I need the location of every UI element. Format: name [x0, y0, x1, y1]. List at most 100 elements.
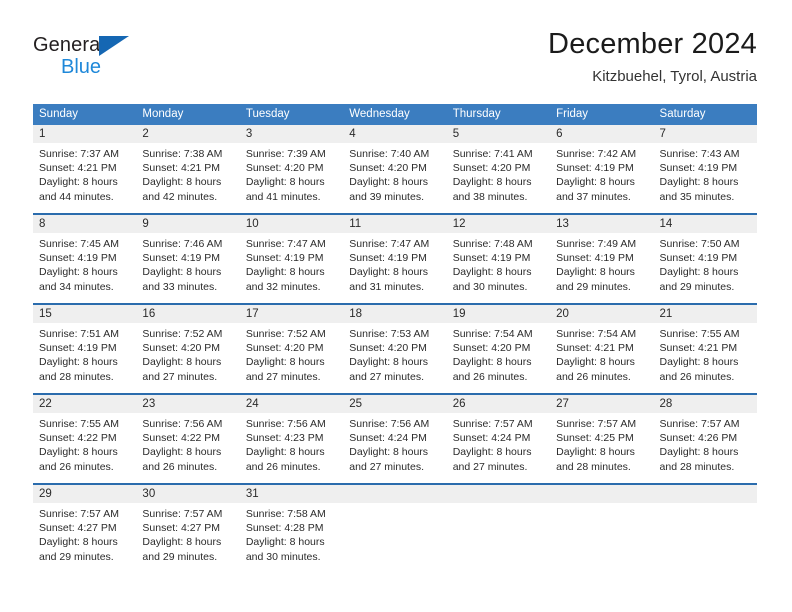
week-details-band: Sunrise: 7:51 AM Sunset: 4:19 PM Daylight:… [33, 323, 757, 393]
day-number [550, 485, 653, 503]
day-cell[interactable]: Sunrise: 7:57 AM Sunset: 4:25 PM Daylight:… [550, 413, 653, 483]
day-cell[interactable]: Sunrise: 7:57 AM Sunset: 4:27 PM Daylight:… [136, 503, 239, 573]
day-cell[interactable]: Sunrise: 7:47 AM Sunset: 4:19 PM Daylight:… [343, 233, 446, 303]
day-number[interactable]: 6 [550, 125, 653, 143]
day-cell[interactable]: Sunrise: 7:54 AM Sunset: 4:20 PM Daylight:… [447, 323, 550, 393]
day-number[interactable]: 7 [654, 125, 757, 143]
daylight-text: and 27 minutes. [142, 370, 218, 383]
daylight-text: Daylight: 8 hours [349, 446, 429, 459]
day-cell[interactable]: Sunrise: 7:57 AM Sunset: 4:24 PM Daylight:… [447, 413, 550, 483]
day-number[interactable]: 18 [343, 305, 446, 323]
day-cell[interactable]: Sunrise: 7:50 AM Sunset: 4:19 PM Daylight:… [654, 233, 757, 303]
day-number[interactable]: 28 [654, 395, 757, 413]
sunset-text: Sunset: 4:19 PM [556, 252, 634, 265]
day-number[interactable]: 21 [654, 305, 757, 323]
day-cell[interactable]: Sunrise: 7:38 AM Sunset: 4:21 PM Daylight:… [136, 143, 239, 213]
sunrise-text: Sunrise: 7:47 AM [245, 238, 326, 250]
day-number[interactable]: 29 [33, 485, 136, 503]
daylight-text: Daylight: 8 hours [245, 266, 325, 279]
daylight-text: and 38 minutes. [452, 190, 528, 203]
day-number[interactable]: 4 [343, 125, 446, 143]
day-number[interactable]: 23 [136, 395, 239, 413]
sunset-text: Sunset: 4:28 PM [245, 522, 324, 535]
day-cell[interactable]: Sunrise: 7:55 AM Sunset: 4:22 PM Daylight:… [33, 413, 136, 483]
sunset-text: Sunset: 4:20 PM [349, 342, 427, 355]
sunset-text: Sunset: 4:20 PM [452, 342, 531, 355]
sunrise-text: Sunrise: 7:55 AM [39, 418, 119, 430]
day-number[interactable]: 30 [136, 485, 239, 503]
sunset-text: Sunset: 4:19 PM [142, 252, 221, 265]
day-cell[interactable]: Sunrise: 7:48 AM Sunset: 4:19 PM Daylight:… [447, 233, 550, 303]
daylight-text: and 33 minutes. [142, 280, 218, 293]
day-cell[interactable]: Sunrise: 7:37 AM Sunset: 4:21 PM Daylight:… [33, 143, 136, 213]
daylight-text: Daylight: 8 hours [556, 446, 635, 459]
day-cell[interactable]: Sunrise: 7:52 AM Sunset: 4:20 PM Daylight:… [136, 323, 239, 393]
day-cell[interactable]: Sunrise: 7:56 AM Sunset: 4:24 PM Daylight:… [343, 413, 446, 483]
day-cell[interactable]: Sunrise: 7:46 AM Sunset: 4:19 PM Daylight:… [136, 233, 239, 303]
daylight-text: and 28 minutes. [556, 460, 631, 473]
day-number[interactable]: 22 [33, 395, 136, 413]
sunrise-text: Sunrise: 7:47 AM [349, 238, 430, 250]
day-cell[interactable]: Sunrise: 7:42 AM Sunset: 4:19 PM Daylight:… [550, 143, 653, 213]
day-number[interactable]: 12 [447, 215, 550, 233]
day-number[interactable]: 5 [447, 125, 550, 143]
day-cell[interactable]: Sunrise: 7:57 AM Sunset: 4:27 PM Daylight:… [33, 503, 136, 573]
day-cell[interactable]: Sunrise: 7:41 AM Sunset: 4:20 PM Daylight:… [447, 143, 550, 213]
daylight-text: Daylight: 8 hours [142, 266, 222, 279]
sunset-text: Sunset: 4:21 PM [556, 342, 634, 355]
day-number[interactable]: 2 [136, 125, 239, 143]
day-cell[interactable]: Sunrise: 7:56 AM Sunset: 4:22 PM Daylight:… [136, 413, 239, 483]
day-number[interactable]: 20 [550, 305, 653, 323]
sunset-text: Sunset: 4:26 PM [659, 432, 738, 445]
day-cell[interactable]: Sunrise: 7:52 AM Sunset: 4:20 PM Daylight:… [240, 323, 343, 393]
day-number[interactable]: 14 [654, 215, 757, 233]
day-number[interactable]: 16 [136, 305, 239, 323]
day-cell[interactable]: Sunrise: 7:58 AM Sunset: 4:28 PM Daylight:… [240, 503, 343, 573]
day-number[interactable]: 26 [447, 395, 550, 413]
day-cell[interactable]: Sunrise: 7:43 AM Sunset: 4:19 PM Daylight:… [654, 143, 757, 213]
day-number[interactable]: 15 [33, 305, 136, 323]
day-number[interactable]: 27 [550, 395, 653, 413]
logo-text-general: General [33, 34, 105, 56]
daylight-text: and 26 minutes. [659, 370, 735, 383]
daylight-text: and 34 minutes. [39, 280, 114, 293]
day-cell[interactable]: Sunrise: 7:45 AM Sunset: 4:19 PM Daylight:… [33, 233, 136, 303]
day-number[interactable]: 8 [33, 215, 136, 233]
day-number[interactable]: 31 [240, 485, 343, 503]
day-cell[interactable]: Sunrise: 7:57 AM Sunset: 4:26 PM Daylight:… [654, 413, 757, 483]
day-number[interactable]: 3 [240, 125, 343, 143]
day-number[interactable]: 19 [447, 305, 550, 323]
daylight-text: and 26 minutes. [556, 370, 631, 383]
sunset-text: Sunset: 4:22 PM [39, 432, 117, 445]
daylight-text: Daylight: 8 hours [245, 176, 325, 189]
day-number[interactable]: 25 [343, 395, 446, 413]
daylight-text: and 28 minutes. [39, 370, 114, 383]
day-number[interactable]: 17 [240, 305, 343, 323]
day-cell[interactable]: Sunrise: 7:39 AM Sunset: 4:20 PM Daylight:… [240, 143, 343, 213]
day-cell[interactable]: Sunrise: 7:56 AM Sunset: 4:23 PM Daylight:… [240, 413, 343, 483]
sunrise-text: Sunrise: 7:43 AM [659, 148, 740, 160]
day-number[interactable]: 11 [343, 215, 446, 233]
day-cell[interactable]: Sunrise: 7:53 AM Sunset: 4:20 PM Daylight:… [343, 323, 446, 393]
sunset-text: Sunset: 4:19 PM [39, 252, 117, 265]
daylight-text: and 35 minutes. [659, 190, 735, 203]
sunset-text: Sunset: 4:19 PM [659, 162, 738, 175]
day-number[interactable]: 9 [136, 215, 239, 233]
sunset-text: Sunset: 4:22 PM [142, 432, 221, 445]
daylight-text: and 30 minutes. [452, 280, 528, 293]
day-cell[interactable]: Sunrise: 7:54 AM Sunset: 4:21 PM Daylight:… [550, 323, 653, 393]
sunrise-text: Sunrise: 7:45 AM [39, 238, 119, 250]
sunset-text: Sunset: 4:20 PM [245, 162, 324, 175]
day-cell[interactable]: Sunrise: 7:55 AM Sunset: 4:21 PM Daylight:… [654, 323, 757, 393]
day-cell[interactable]: Sunrise: 7:40 AM Sunset: 4:20 PM Daylight:… [343, 143, 446, 213]
day-number[interactable]: 1 [33, 125, 136, 143]
day-number[interactable]: 13 [550, 215, 653, 233]
daylight-text: and 27 minutes. [349, 370, 424, 383]
day-cell[interactable]: Sunrise: 7:47 AM Sunset: 4:19 PM Daylight:… [240, 233, 343, 303]
sunset-text: Sunset: 4:20 PM [245, 342, 324, 355]
day-cell[interactable]: Sunrise: 7:49 AM Sunset: 4:19 PM Daylight:… [550, 233, 653, 303]
sunset-text: Sunset: 4:24 PM [349, 432, 427, 445]
day-number[interactable]: 24 [240, 395, 343, 413]
day-number[interactable]: 10 [240, 215, 343, 233]
day-cell[interactable]: Sunrise: 7:51 AM Sunset: 4:19 PM Daylight:… [33, 323, 136, 393]
